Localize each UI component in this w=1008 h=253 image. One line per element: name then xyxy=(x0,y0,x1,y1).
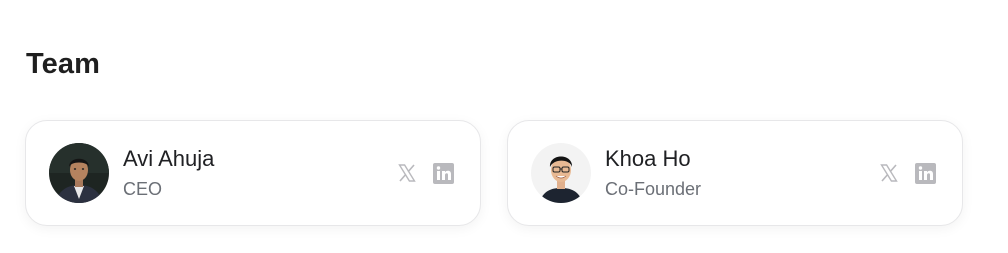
team-cards: Avi Ahuja CEO Khoa Ho Co-Founder xyxy=(25,120,963,226)
x-twitter-icon xyxy=(398,164,416,182)
team-card-khoa-ho: Khoa Ho Co-Founder xyxy=(507,120,963,226)
avatar xyxy=(531,143,591,203)
person-photo-icon xyxy=(531,143,591,203)
linkedin-link[interactable] xyxy=(914,162,936,184)
person-photo-icon xyxy=(49,143,109,203)
member-role: Co-Founder xyxy=(605,179,702,199)
person-info: Khoa Ho Co-Founder xyxy=(605,146,878,200)
member-name: Avi Ahuja xyxy=(123,146,215,171)
linkedin-icon xyxy=(914,162,936,184)
person-info: Avi Ahuja CEO xyxy=(123,146,396,200)
x-twitter-link[interactable] xyxy=(878,162,900,184)
social-links xyxy=(396,162,454,184)
linkedin-icon xyxy=(432,162,454,184)
social-links xyxy=(878,162,936,184)
x-twitter-link[interactable] xyxy=(396,162,418,184)
linkedin-link[interactable] xyxy=(432,162,454,184)
team-card-avi-ahuja: Avi Ahuja CEO xyxy=(25,120,481,226)
team-section: Team Avi Ahuja CEO Khoa Ho Co-Founder xyxy=(0,0,1008,253)
avatar xyxy=(49,143,109,203)
x-twitter-icon xyxy=(880,164,898,182)
section-title: Team xyxy=(26,48,101,80)
member-name: Khoa Ho xyxy=(605,146,691,171)
member-role: CEO xyxy=(123,179,163,199)
